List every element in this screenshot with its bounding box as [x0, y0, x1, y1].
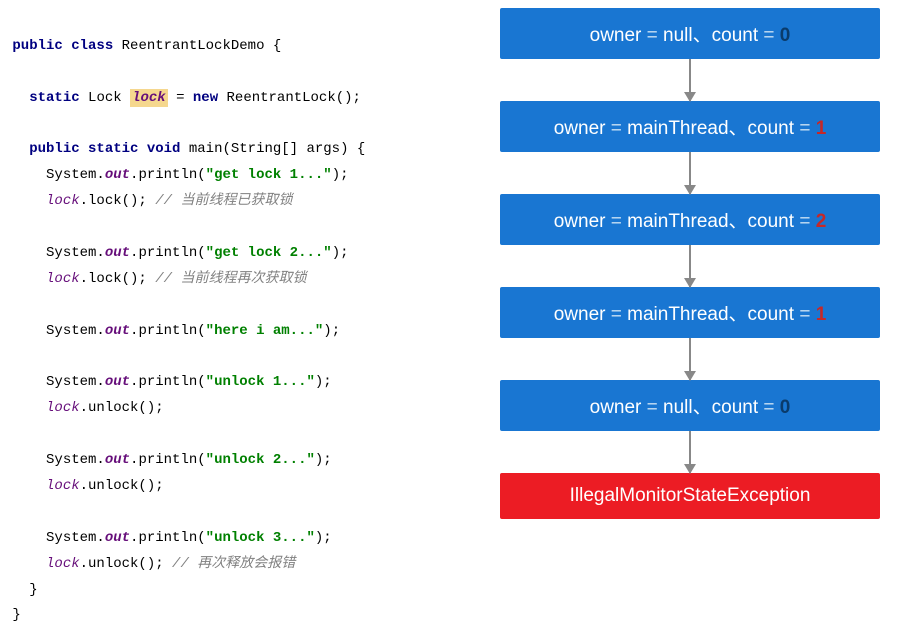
code-line: lock.lock(); // 当前线程已获取锁 [4, 193, 292, 209]
state-box: owner = mainThread、count = 2 [500, 194, 880, 245]
code-line: System.out.println("get lock 1..."); [4, 167, 349, 183]
code-pane: public class ReentrantLockDemo { static … [0, 0, 480, 624]
code-line: lock.lock(); // 当前线程再次获取锁 [4, 271, 306, 287]
arrow-down-icon [689, 338, 691, 380]
code-line: } [4, 582, 38, 598]
wechat-icon [748, 582, 770, 604]
arrow-down-icon [689, 152, 691, 194]
code-line: System.out.println("here i am..."); [4, 323, 340, 339]
code-line: public static void main(String[] args) { [4, 141, 365, 157]
code-line: lock.unlock(); [4, 400, 164, 416]
code-line: System.out.println("unlock 1..."); [4, 374, 332, 390]
arrow-down-icon [689, 431, 691, 473]
watermark: Coding Diary [748, 582, 880, 604]
state-box: owner = null、count = 0 [500, 380, 880, 431]
code-line: lock.unlock(); // 再次释放会报错 [4, 556, 295, 572]
code-line: lock.unlock(); [4, 478, 164, 494]
arrow-down-icon [689, 59, 691, 101]
code-line: public class ReentrantLockDemo { [4, 38, 281, 54]
arrow-down-icon [689, 245, 691, 287]
exception-box: IllegalMonitorStateException [500, 473, 880, 519]
state-box: owner = null、count = 0 [500, 8, 880, 59]
code-line: System.out.println("get lock 2..."); [4, 245, 349, 261]
state-box: owner = mainThread、count = 1 [500, 101, 880, 152]
code-line: static Lock lock = new ReentrantLock(); [4, 89, 361, 107]
code-line: System.out.println("unlock 2..."); [4, 452, 332, 468]
code-line: System.out.println("unlock 3..."); [4, 530, 332, 546]
state-diagram: owner = null、count = 0 owner = mainThrea… [480, 0, 920, 624]
state-box: owner = mainThread、count = 1 [500, 287, 880, 338]
code-line: } [4, 607, 21, 623]
